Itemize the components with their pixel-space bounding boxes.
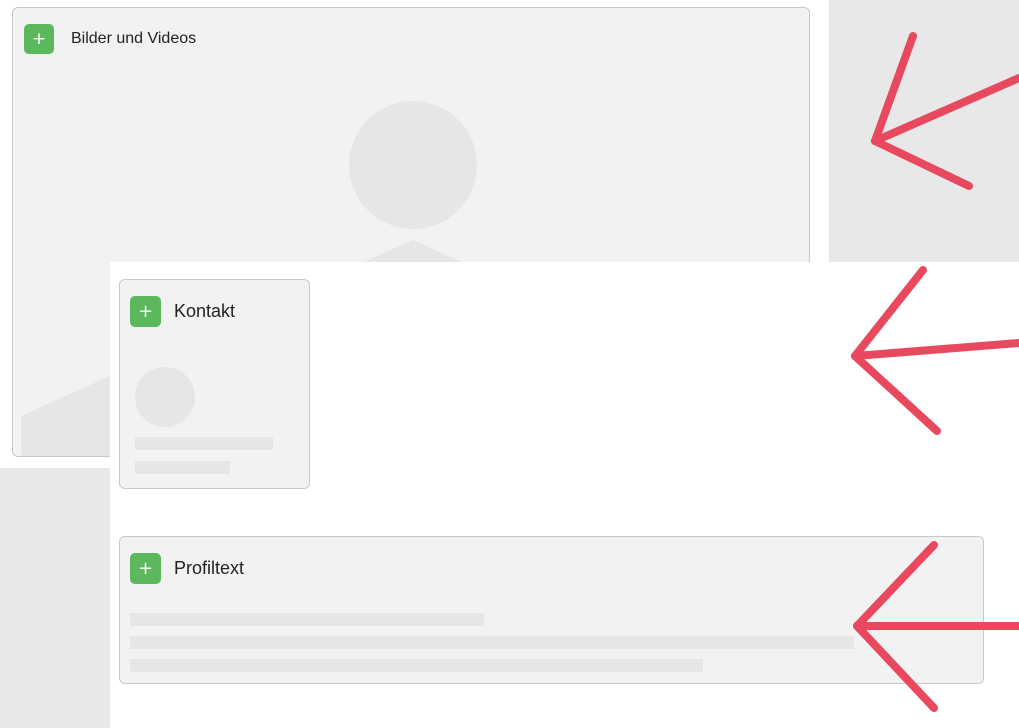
profile-placeholder-line-1 [130, 613, 484, 626]
profile-card: + Profiltext [119, 536, 984, 684]
profile-card-header: + Profiltext [130, 553, 244, 584]
profile-add-button[interactable]: + [130, 553, 161, 584]
contact-card-title: Kontakt [174, 301, 236, 321]
avatar-placeholder-icon [135, 367, 195, 427]
contact-placeholder-line-2 [135, 461, 230, 474]
profile-placeholder-line-3 [130, 659, 703, 672]
image-placeholder-sun [349, 101, 477, 229]
contact-card-header: + Kontakt [130, 296, 235, 327]
profile-card-title: Profiltext [174, 558, 245, 578]
contact-card: + Kontakt [119, 279, 310, 489]
contact-add-button[interactable]: + [130, 296, 161, 327]
contact-placeholder-line-1 [135, 437, 273, 450]
profile-placeholder-line-2 [130, 636, 854, 649]
